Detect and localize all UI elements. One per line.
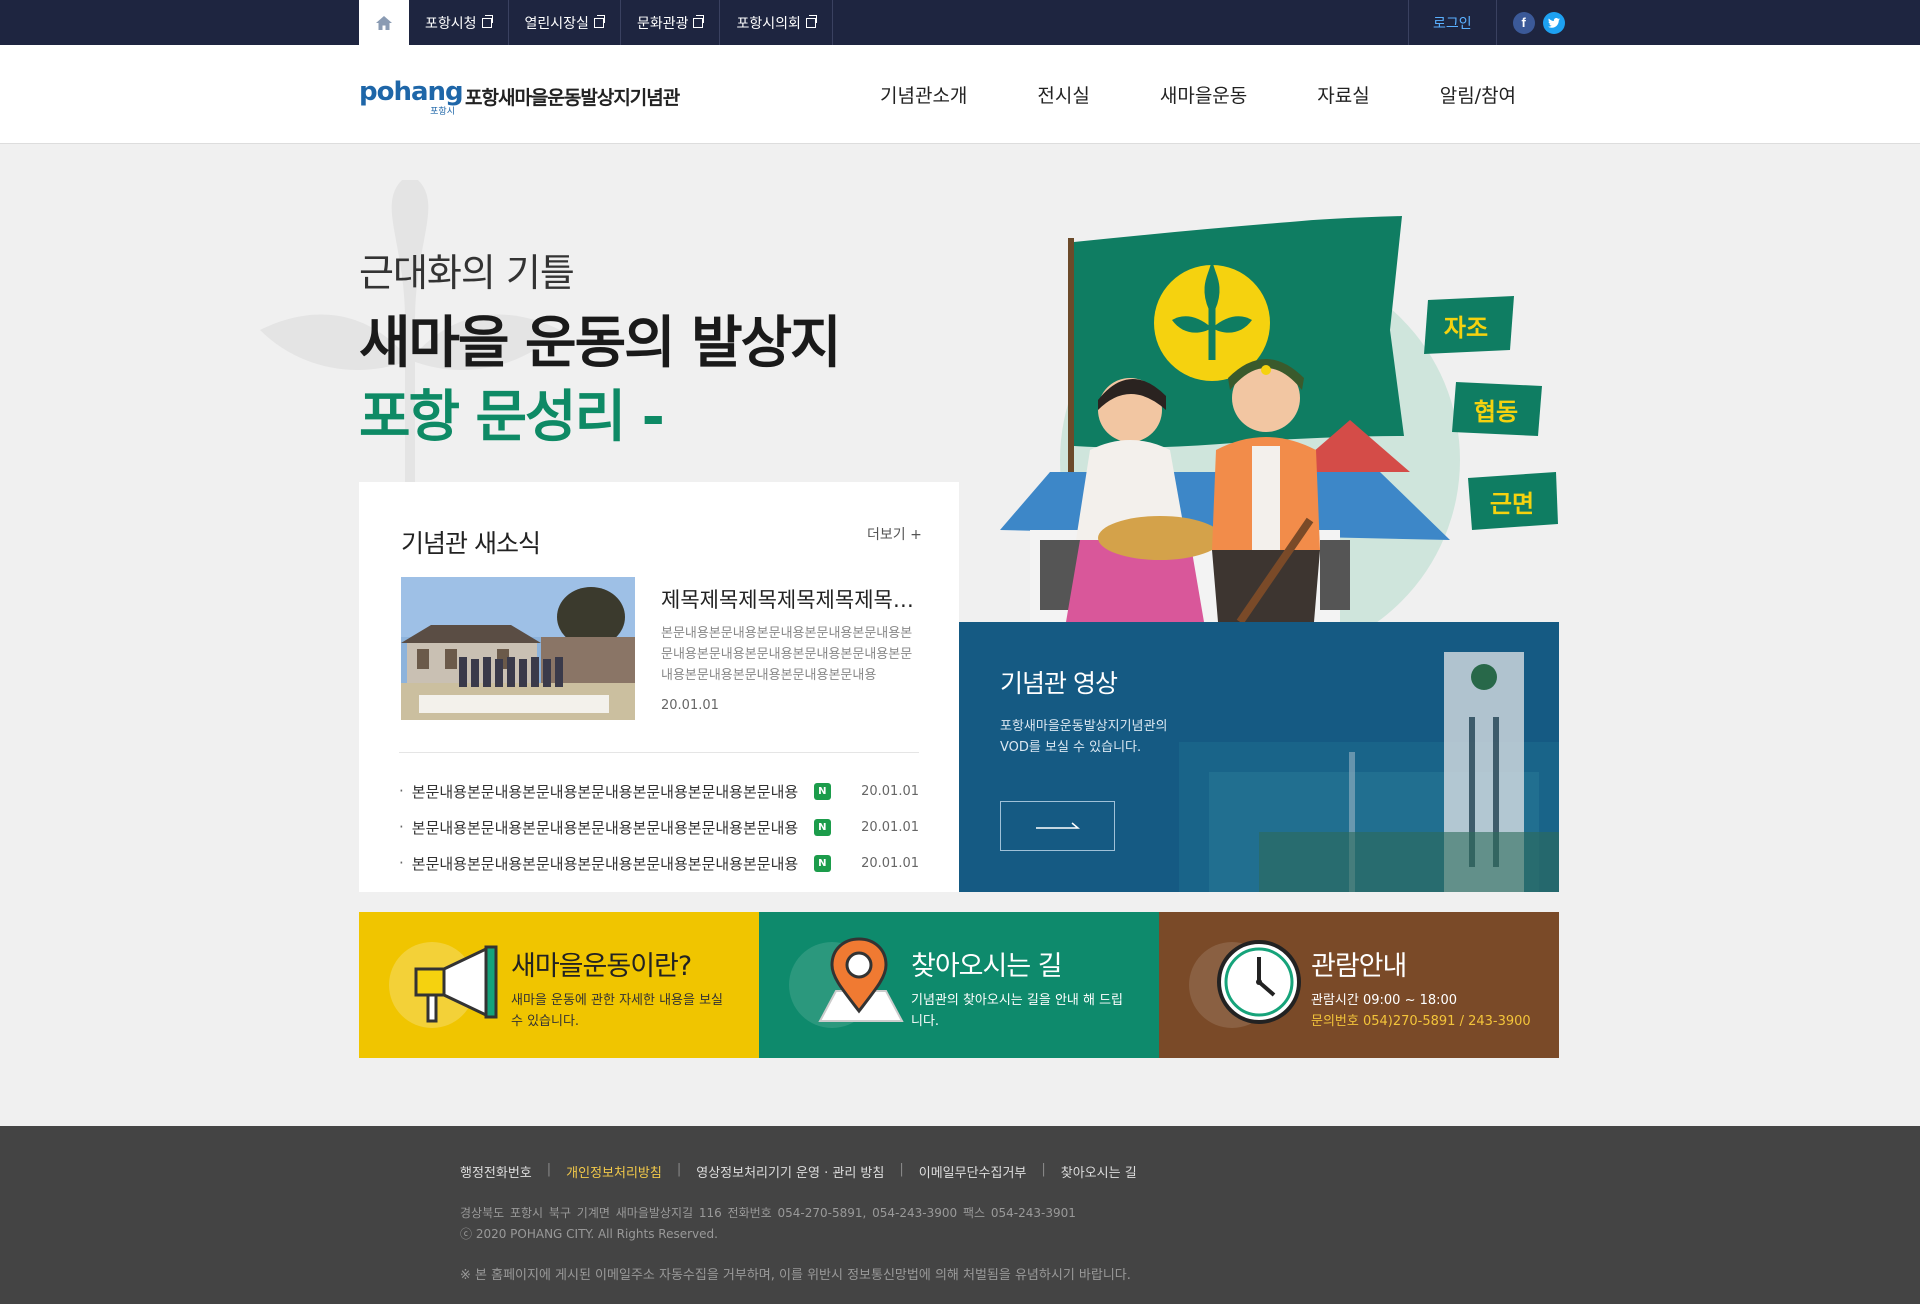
news-photo-image xyxy=(401,577,635,720)
footer-link-cctv-policy[interactable]: 영상정보처리기기 운영 · 관리 방침 xyxy=(696,1162,884,1181)
news-featured-title[interactable]: 제목제목제목제목제목제목제목제목 xyxy=(661,584,919,614)
family-site-links: 포항시청 열린시장실 문화관광 포항시의회 xyxy=(359,0,833,45)
twitter-icon[interactable] xyxy=(1542,11,1565,34)
external-link-icon xyxy=(693,14,705,28)
news-featured-body: 본문내용본문내용본문내용본문내용본문내용본문내용본문내용본문내용본문내용본문내용… xyxy=(661,626,913,683)
footer-notice: ※ 본 홈페이지에 게시된 이메일주소 자동수집을 거부하며, 이를 위반시 정… xyxy=(460,1268,1131,1283)
hero-title: 새마을 운동의 발상지 xyxy=(359,311,842,376)
facebook-icon[interactable]: f xyxy=(1512,11,1535,34)
footer-copyright: ⓒ 2020 POHANG CITY. All Rights Reserved. xyxy=(460,1227,718,1241)
new-badge: N xyxy=(813,782,831,800)
external-link-icon xyxy=(805,14,817,28)
footer-link-directions[interactable]: 찾아오시는 길 xyxy=(1061,1162,1137,1181)
video-description: 포항새마을운동발상지기념관의 VOD를 보실 수 있습니다. xyxy=(1000,719,1168,755)
site-logo[interactable]: pohang 포항시 포항새마을운동발상지기념관 xyxy=(359,77,680,117)
top-utility-bar: 포항시청 열린시장실 문화관광 포항시의회 로그인 f xyxy=(0,0,1920,45)
site-header: pohang 포항시 포항새마을운동발상지기념관 기념관소개 전시실 새마을운동… xyxy=(0,45,1920,144)
link-pohang-city[interactable]: 포항시청 xyxy=(409,0,509,45)
footer-link-phone[interactable]: 행정전화번호 xyxy=(460,1162,532,1181)
banner-visit-info[interactable]: 관람안내 관람시간 09:00 ~ 18:00 문의번호 054)270-589… xyxy=(1159,912,1559,1058)
external-link-icon xyxy=(481,14,493,28)
main-navigation: 기념관소개 전시실 새마을운동 자료실 알림/참여 xyxy=(880,81,1586,108)
new-badge: N xyxy=(813,818,831,836)
nav-item-archive[interactable]: 자료실 xyxy=(1317,81,1369,108)
video-panel: 기념관 영상 포항새마을운동발상지기념관의 VOD를 보실 수 있습니다. xyxy=(959,622,1559,892)
sign-self-help: 자조 xyxy=(1424,296,1514,354)
home-icon xyxy=(376,15,392,30)
topbar-right: 로그인 f xyxy=(1408,0,1565,45)
svg-text:협동: 협동 xyxy=(1474,398,1518,426)
sign-cooperation: 협동 xyxy=(1452,382,1542,436)
hero-place: 포항 문성리 - xyxy=(359,385,665,450)
site-footer: 행정전화번호 | 개인정보처리방침 | 영상정보처리기기 운영 · 관리 방침 … xyxy=(0,1126,1920,1304)
link-mayor-office[interactable]: 열린시장실 xyxy=(509,0,621,45)
nav-item-about[interactable]: 기념관소개 xyxy=(880,81,967,108)
sns-links: f xyxy=(1497,11,1565,34)
footer-links: 행정전화번호 | 개인정보처리방침 | 영상정보처리기기 운영 · 관리 방침 … xyxy=(460,1162,1137,1181)
link-city-council[interactable]: 포항시의회 xyxy=(720,0,833,45)
news-list: · 본문내용본문내용본문내용본문내용본문내용본문내용본문내용 N 20.01.0… xyxy=(399,773,919,881)
news-section-title: 기념관 새소식 xyxy=(401,529,541,558)
news-divider xyxy=(399,752,919,753)
svg-text:자조: 자조 xyxy=(1444,314,1488,342)
news-panel: 기념관 새소식 더보기 + 제목제목제목제목제목제목제목제목 본문내용본문내용본… xyxy=(359,482,959,892)
home-button[interactable] xyxy=(359,0,409,45)
new-badge: N xyxy=(813,854,831,872)
sign-diligence: 근면 xyxy=(1468,472,1558,530)
footer-link-email-refusal[interactable]: 이메일무단수집거부 xyxy=(919,1162,1027,1181)
megaphone-icon xyxy=(414,945,498,1023)
clock-icon xyxy=(1217,940,1301,1024)
site-title: 포항새마을운동발상지기념관 xyxy=(465,86,680,109)
video-section-title: 기념관 영상 xyxy=(1000,669,1118,698)
link-culture-tourism[interactable]: 문화관광 xyxy=(621,0,721,45)
arrow-right-icon xyxy=(1035,822,1080,829)
map-pin-icon xyxy=(818,937,904,1022)
news-list-item[interactable]: · 본문내용본문내용본문내용본문내용본문내용본문내용본문내용 N 20.01.0… xyxy=(399,773,919,809)
video-view-button[interactable] xyxy=(1000,801,1115,851)
footer-link-privacy[interactable]: 개인정보처리방침 xyxy=(566,1162,662,1181)
saemaul-flag-illustration: 자조 협동 근면 xyxy=(1000,216,1558,622)
pohang-logo-mark: pohang 포항시 xyxy=(359,77,464,117)
news-list-item[interactable]: · 본문내용본문내용본문내용본문내용본문내용본문내용본문내용 N 20.01.0… xyxy=(399,845,919,881)
news-featured-date: 20.01.01 xyxy=(661,698,719,713)
banner-about-saemaul[interactable]: 새마을운동이란? 새마을 운동에 관한 자세한 내용을 보실 수 있습니다. xyxy=(359,912,759,1058)
external-link-icon xyxy=(593,14,605,28)
nav-item-saemaul[interactable]: 새마을운동 xyxy=(1160,81,1247,108)
hero-subtitle: 근대화의 기틀 xyxy=(359,251,575,295)
nav-item-notice[interactable]: 알림/참여 xyxy=(1440,81,1516,108)
nav-item-exhibition[interactable]: 전시실 xyxy=(1037,81,1089,108)
news-more-link[interactable]: 더보기 + xyxy=(867,524,922,544)
banner-directions[interactable]: 찾아오시는 길 기념관의 찾아오시는 길을 안내 해 드립니다. xyxy=(759,912,1159,1058)
login-link[interactable]: 로그인 xyxy=(1408,0,1497,45)
svg-text:근면: 근면 xyxy=(1490,490,1534,518)
news-list-item[interactable]: · 본문내용본문내용본문내용본문내용본문내용본문내용본문내용 N 20.01.0… xyxy=(399,809,919,845)
footer-address: 경상북도 포항시 북구 기계면 새마을발상지길 116 전화번호 054-270… xyxy=(460,1206,1076,1220)
news-thumbnail[interactable] xyxy=(401,577,635,720)
